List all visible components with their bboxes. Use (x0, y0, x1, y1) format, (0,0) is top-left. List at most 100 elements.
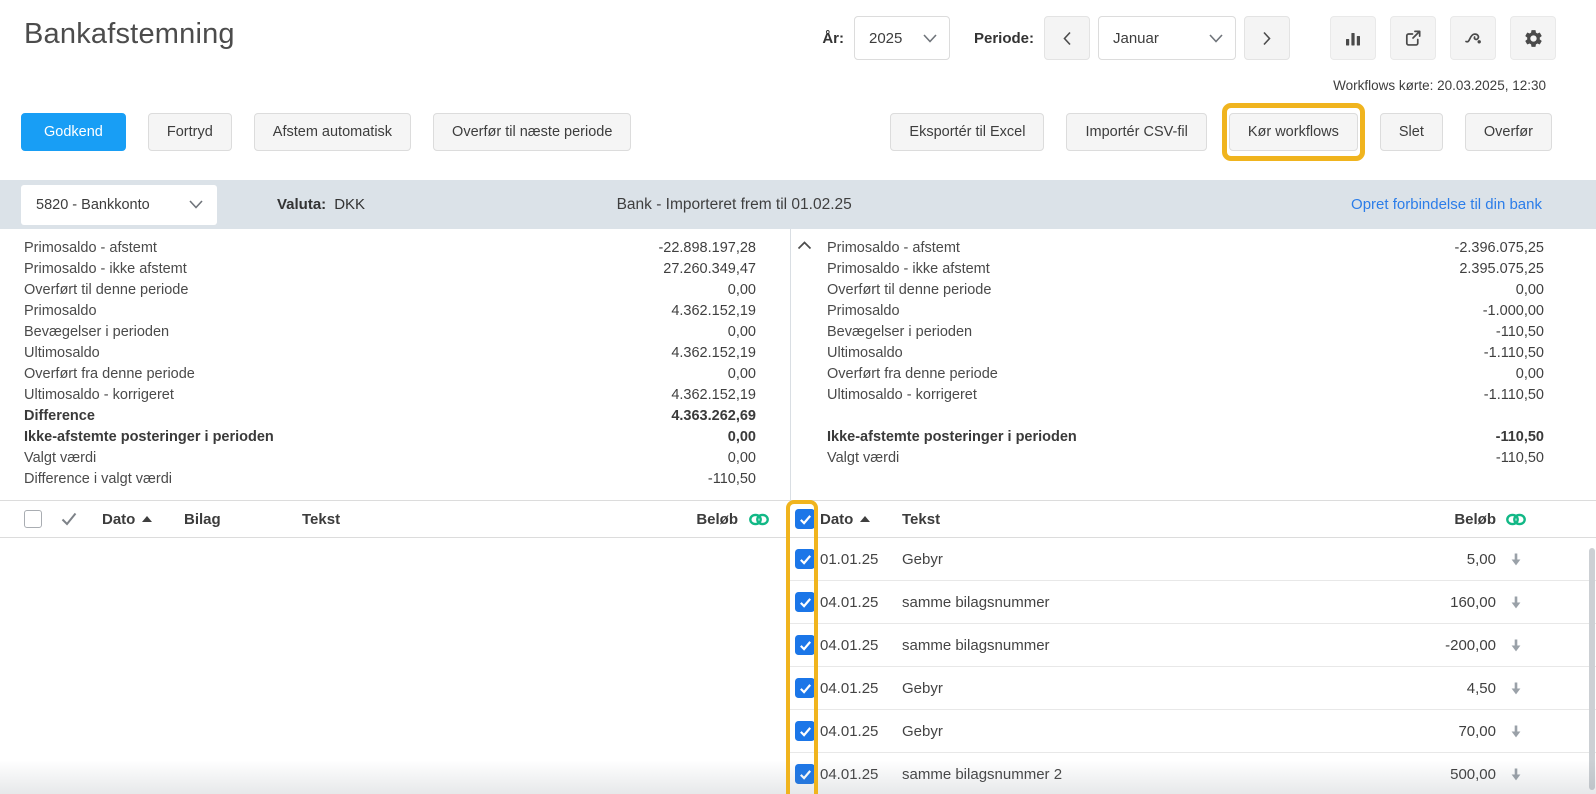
summary-label: Ultimosaldo (24, 345, 100, 361)
auto-reconcile-button[interactable]: Afstem automatisk (253, 113, 412, 151)
bank-header-tekst: Tekst (902, 510, 941, 528)
bank-import-status: Bank - Importeret frem til 01.02.25 (616, 195, 852, 213)
table-row[interactable]: 01.01.25 Gebyr 5,00 (790, 538, 1596, 581)
row-amount: 4,50 (1466, 679, 1496, 697)
ledger-header-dato[interactable]: Dato (102, 511, 184, 528)
import-csv-button[interactable]: Importér CSV-fil (1066, 113, 1207, 151)
summary-label: Overført fra denne periode (827, 366, 998, 382)
chevron-right-icon (1262, 31, 1272, 46)
approve-button[interactable]: Godkend (21, 113, 126, 151)
table-row[interactable]: 04.01.25 samme bilagsnummer 160,00 (790, 581, 1596, 624)
summary-value: -110,50 (1495, 324, 1544, 340)
table-row[interactable]: 04.01.25 samme bilagsnummer 2 500,00 (790, 753, 1596, 794)
summary-label: Ikke-afstemte posteringer i perioden (827, 429, 1077, 445)
ledger-table-body-empty (0, 538, 790, 794)
connect-bank-link[interactable]: Opret forbindelse til din bank (1351, 196, 1542, 213)
balance-summary: Primosaldo - afstemt -22.898.197,28 Primo… (0, 229, 1596, 500)
ledger-balance-column: Primosaldo - afstemt -22.898.197,28 Primo… (0, 229, 790, 500)
bank-header-dato[interactable]: Dato (820, 511, 902, 528)
row-checkbox[interactable] (795, 678, 815, 698)
summary-label: Primosaldo (827, 303, 900, 319)
row-date: 04.01.25 (820, 636, 879, 654)
undo-button[interactable]: Fortryd (147, 113, 232, 151)
year-select-value: 2025 (868, 29, 903, 47)
prev-period-button[interactable] (1044, 16, 1090, 60)
chevron-left-icon (1062, 31, 1072, 46)
row-amount: -200,00 (1445, 636, 1496, 654)
table-row[interactable]: 04.01.25 Gebyr 4,50 (790, 667, 1596, 710)
account-select-value: 5820 - Bankkonto (36, 196, 150, 213)
select-all-checkbox-bank[interactable] (795, 509, 815, 529)
year-select[interactable]: 2025 (853, 16, 950, 60)
collapse-summary-toggle[interactable] (797, 241, 812, 250)
row-checkbox[interactable] (795, 549, 815, 569)
action-toolbar-right: Eksportér til Excel Importér CSV-fil Kør… (890, 103, 1552, 161)
chart-button[interactable] (1330, 16, 1376, 60)
summary-label: Primosaldo (24, 303, 97, 319)
action-toolbar: Godkend Fortryd Afstem automatisk Overfø… (0, 103, 1596, 161)
workflow-button[interactable] (1450, 16, 1496, 60)
summary-value: 0,00 (1515, 282, 1544, 298)
ledger-table-header: Dato Bilag Tekst Beløb (0, 501, 790, 537)
ledger-header-belob: Beløb (696, 510, 738, 528)
summary-label: Overført fra denne periode (24, 366, 195, 382)
move-down-icon[interactable] (1496, 552, 1536, 567)
summary-label: Ultimosaldo - korrigeret (24, 387, 174, 403)
run-workflows-button[interactable]: Kør workflows (1228, 113, 1358, 151)
summary-label: Valgt værdi (827, 450, 900, 466)
row-text: samme bilagsnummer 2 (902, 765, 1063, 783)
row-checkbox[interactable] (795, 721, 815, 741)
bank-balance-column: Primosaldo - afstemt -2.396.075,25 Primos… (790, 229, 1596, 500)
summary-value: 4.362.152,19 (671, 303, 756, 319)
link-icon (738, 512, 780, 527)
row-checkbox[interactable] (795, 592, 815, 612)
move-down-icon[interactable] (1496, 767, 1536, 782)
period-label: Periode: (973, 29, 1034, 47)
period-controls: År: 2025 Periode: Januar (822, 16, 1556, 60)
export-excel-button[interactable]: Eksportér til Excel (890, 113, 1045, 151)
row-amount: 70,00 (1458, 722, 1496, 740)
account-select[interactable]: 5820 - Bankkonto (21, 184, 217, 225)
summary-value: -110,50 (707, 471, 756, 487)
row-date: 04.01.25 (820, 765, 879, 783)
move-down-icon[interactable] (1496, 595, 1536, 610)
summary-label: Bevægelser i perioden (24, 324, 170, 340)
period-select[interactable]: Januar (1098, 16, 1236, 60)
vertical-scrollbar[interactable] (1589, 548, 1595, 790)
summary-value: -110,50 (1495, 429, 1544, 445)
summary-label: Ikke-afstemte posteringer i perioden (24, 429, 274, 445)
summary-label: Primosaldo - afstemt (827, 240, 960, 256)
reconciled-check-icon (60, 511, 102, 527)
table-row[interactable]: 04.01.25 Gebyr 70,00 (790, 710, 1596, 753)
summary-value: 0,00 (727, 324, 756, 340)
summary-value: 4.362.152,19 (671, 387, 756, 403)
row-checkbox[interactable] (795, 764, 815, 784)
row-date: 04.01.25 (820, 679, 879, 697)
row-text: samme bilagsnummer (902, 593, 1050, 611)
select-all-checkbox-ledger[interactable] (24, 510, 42, 528)
row-checkbox[interactable] (795, 635, 815, 655)
page-title: Bankafstemning (24, 18, 235, 50)
currency-value: DKK (334, 196, 366, 213)
open-external-button[interactable] (1390, 16, 1436, 60)
summary-value: -1.110,50 (1483, 345, 1544, 361)
summary-value: 0,00 (727, 450, 756, 466)
summary-label: Bevægelser i perioden (827, 324, 973, 340)
next-period-button[interactable] (1244, 16, 1290, 60)
table-row[interactable]: 04.01.25 samme bilagsnummer -200,00 (790, 624, 1596, 667)
transfer-button[interactable]: Overfør (1464, 113, 1552, 151)
sort-asc-icon (860, 516, 871, 522)
workflow-icon (1463, 28, 1483, 48)
chevron-down-icon (1209, 33, 1223, 43)
summary-label: Overført til denne periode (827, 282, 992, 298)
transfer-next-period-button[interactable]: Overfør til næste periode (433, 113, 632, 151)
summary-value: 4.363.262,69 (671, 408, 756, 424)
move-down-icon[interactable] (1496, 638, 1536, 653)
settings-button[interactable] (1510, 16, 1556, 60)
move-down-icon[interactable] (1496, 681, 1536, 696)
delete-button[interactable]: Slet (1379, 113, 1443, 151)
row-date: 04.01.25 (820, 722, 879, 740)
bank-table-body: 01.01.25 Gebyr 5,00 04.01.25 samme bilag… (790, 538, 1596, 794)
tables-body: 01.01.25 Gebyr 5,00 04.01.25 samme bilag… (0, 538, 1596, 794)
move-down-icon[interactable] (1496, 724, 1536, 739)
